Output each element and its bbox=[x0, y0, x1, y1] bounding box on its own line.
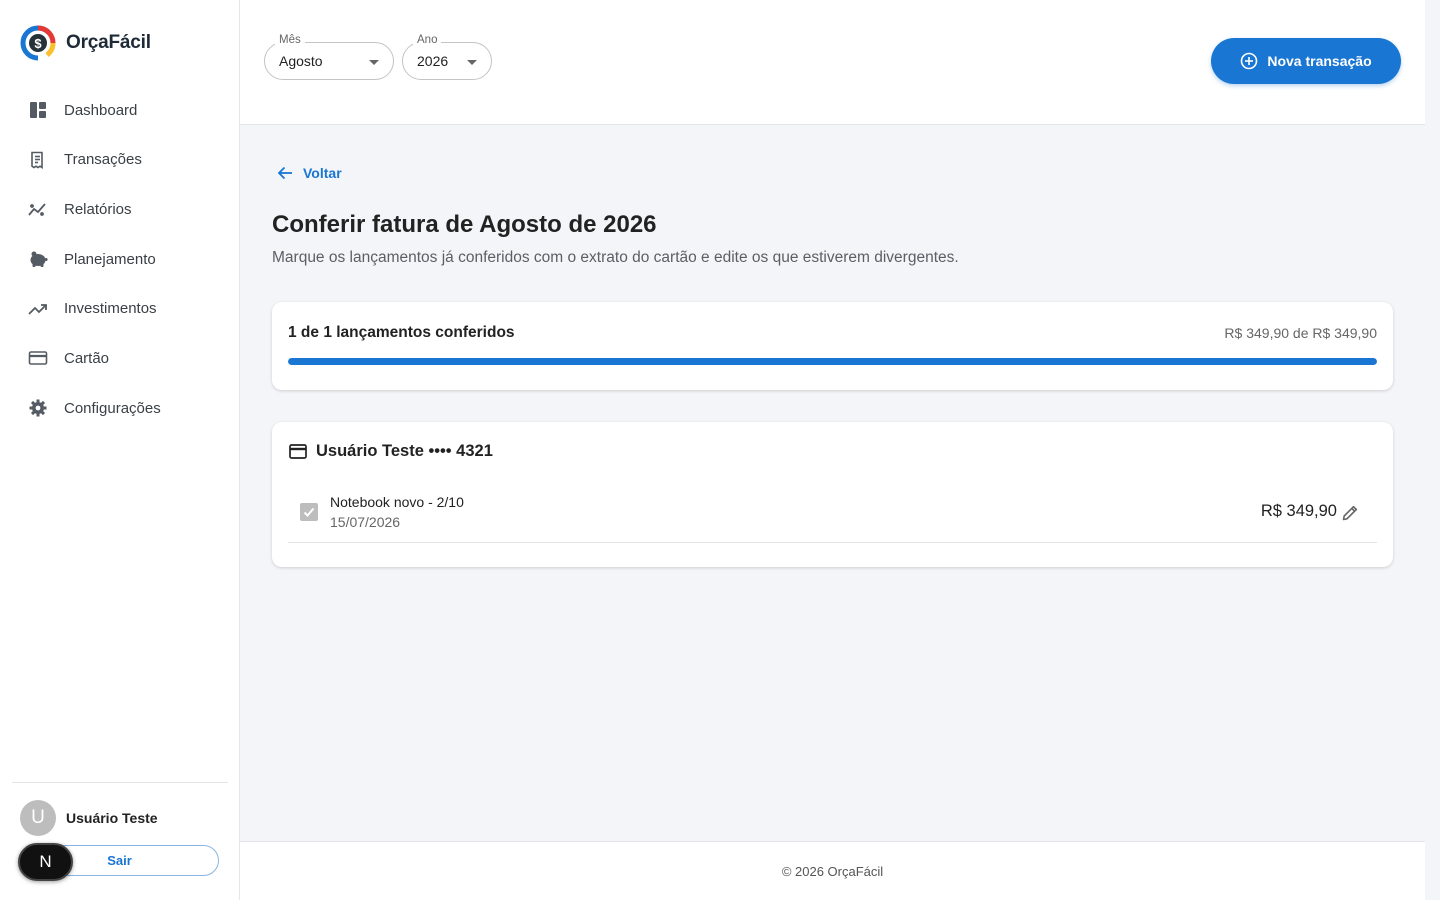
month-select-value: Agosto bbox=[279, 53, 323, 69]
progress-total: R$ 349,90 de R$ 349,90 bbox=[1224, 325, 1377, 341]
month-select-label: Mês bbox=[275, 34, 305, 46]
progress-bar-fill bbox=[288, 358, 1377, 365]
sidebar-item-label: Configurações bbox=[64, 399, 161, 417]
sidebar-item-label: Transações bbox=[64, 151, 142, 169]
user-profile: U Usuário Teste bbox=[20, 800, 158, 836]
transaction-amount: R$ 349,90 bbox=[1260, 502, 1337, 520]
back-link-label: Voltar bbox=[303, 165, 342, 181]
page-edge bbox=[1425, 0, 1440, 900]
copyright-text: © 2026 OrçaFácil bbox=[781, 863, 884, 879]
sidebar-item-transacoes[interactable]: Transações bbox=[12, 140, 228, 180]
progress-title: 1 de 1 lançamentos conferidos bbox=[288, 324, 515, 341]
month-select[interactable]: Mês Agosto bbox=[264, 34, 394, 80]
page-subtitle: Marque os lançamentos já conferidos com … bbox=[272, 249, 959, 266]
sidebar: $ OrçaFácil Dashboard Transações Relatór… bbox=[0, 0, 240, 900]
arrow-left-icon bbox=[277, 166, 292, 180]
caret-down-icon bbox=[369, 60, 379, 65]
page-title: Conferir fatura de Agosto de 2026 bbox=[272, 211, 657, 238]
app-logo[interactable]: $ OrçaFácil bbox=[20, 25, 151, 61]
sidebar-item-label: Relatórios bbox=[64, 200, 132, 218]
gear-icon bbox=[28, 398, 48, 418]
app-name: OrçaFácil bbox=[66, 32, 151, 53]
topbar: Mês Agosto Ano 2026 Nova transação bbox=[240, 0, 1425, 125]
sidebar-item-dashboard[interactable]: Dashboard bbox=[12, 90, 228, 130]
year-select[interactable]: Ano 2026 bbox=[402, 34, 492, 80]
sidebar-item-configuracoes[interactable]: Configurações bbox=[12, 388, 228, 428]
transaction-date: 15/07/2026 bbox=[330, 514, 401, 530]
sidebar-item-investimentos[interactable]: Investimentos bbox=[12, 289, 228, 329]
sidebar-item-planejamento[interactable]: Planejamento bbox=[12, 239, 228, 279]
user-name: Usuário Teste bbox=[66, 810, 158, 826]
dashboard-icon bbox=[28, 100, 48, 120]
credit-card-icon bbox=[28, 348, 48, 368]
caret-down-icon bbox=[467, 60, 477, 65]
sidebar-item-label: Dashboard bbox=[64, 101, 138, 119]
svg-text:$: $ bbox=[34, 36, 42, 51]
edit-icon[interactable] bbox=[1341, 504, 1359, 522]
sidebar-nav: Dashboard Transações Relatórios Planejam… bbox=[12, 90, 228, 438]
back-link[interactable]: Voltar bbox=[277, 165, 342, 181]
receipt-icon bbox=[28, 150, 48, 170]
transaction-checkbox[interactable] bbox=[300, 503, 318, 521]
avatar: U bbox=[20, 800, 56, 836]
new-transaction-button[interactable]: Nova transação bbox=[1211, 38, 1401, 84]
sidebar-item-label: Planejamento bbox=[64, 250, 156, 268]
sidebar-item-cartao[interactable]: Cartão bbox=[12, 338, 228, 378]
trending-up-icon bbox=[28, 299, 48, 319]
add-circle-icon bbox=[1241, 52, 1258, 70]
transaction-row: Notebook novo - 2/10 15/07/2026 R$ 349,9… bbox=[288, 485, 1377, 543]
sidebar-item-relatorios[interactable]: Relatórios bbox=[12, 189, 228, 229]
card-statement: Usuário Teste •••• 4321 Notebook novo - … bbox=[272, 422, 1393, 567]
year-select-label: Ano bbox=[413, 34, 442, 46]
progress-card: 1 de 1 lançamentos conferidos R$ 349,90 … bbox=[272, 302, 1393, 390]
sidebar-divider bbox=[12, 782, 228, 783]
piggy-bank-icon bbox=[28, 249, 48, 269]
sidebar-item-label: Cartão bbox=[64, 349, 110, 367]
transaction-description: Notebook novo - 2/10 bbox=[330, 494, 464, 510]
dev-tools-badge[interactable]: N bbox=[18, 843, 73, 881]
main-content: Voltar Conferir fatura de Agosto de 2026… bbox=[240, 125, 1425, 841]
credit-card-icon bbox=[289, 444, 307, 459]
year-select-value: 2026 bbox=[417, 53, 449, 69]
new-transaction-label: Nova transação bbox=[1267, 53, 1372, 69]
logo-icon: $ bbox=[20, 25, 56, 61]
footer: © 2026 OrçaFácil bbox=[240, 841, 1425, 900]
progress-bar bbox=[288, 358, 1377, 365]
sidebar-item-label: Investimentos bbox=[64, 300, 157, 318]
chart-line-icon bbox=[28, 199, 48, 219]
card-header: Usuário Teste •••• 4321 bbox=[289, 442, 493, 461]
check-icon bbox=[303, 507, 315, 517]
card-label: Usuário Teste •••• 4321 bbox=[316, 442, 493, 460]
